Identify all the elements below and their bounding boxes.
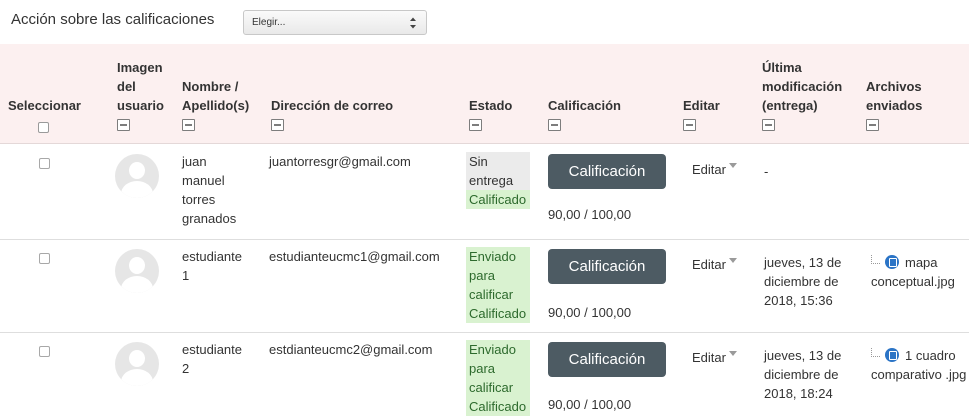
last-modified: - — [764, 164, 769, 179]
user-name[interactable]: juan manuel torres granados — [182, 152, 236, 228]
user-email: estdianteucmc2@gmail.com — [269, 342, 433, 357]
collapse-column-icon[interactable] — [683, 119, 696, 131]
table-header: Seleccionar Imagen del usuario Nombre / Ape… — [0, 44, 969, 144]
collapse-column-icon[interactable] — [117, 119, 130, 131]
column-header-status[interactable]: Estado — [469, 96, 512, 115]
grading-action-label: Acción sobre las calificaciones — [11, 11, 215, 28]
grading-action-bar: Acción sobre las calificaciones Elegir..… — [0, 0, 969, 44]
user-name[interactable]: estudiante 1 — [182, 247, 242, 285]
file-link[interactable]: 1 cuadro comparativo .jpg — [871, 346, 969, 384]
collapse-column-icon[interactable] — [182, 119, 195, 131]
dropdown-caret-icon — [728, 258, 737, 263]
grading-status-badge: Calificado — [466, 304, 530, 323]
last-modified: jueves, 13 de diciembre de 2018, 18:24 — [764, 348, 842, 401]
submission-status: Enviado para calificar Calificado — [466, 247, 530, 323]
column-header-email[interactable]: Dirección de correo — [271, 96, 393, 115]
dropdown-caret-icon — [728, 163, 737, 168]
last-modified: jueves, 13 de diciembre de 2018, 15:36 — [764, 255, 842, 308]
column-header-select[interactable]: Seleccionar — [8, 96, 81, 115]
row-select-checkbox[interactable] — [39, 346, 50, 357]
edit-menu[interactable]: Editar — [692, 257, 737, 272]
table-row: estudiante 1 estudianteucmc1@gmail.com En… — [0, 240, 969, 333]
user-avatar[interactable] — [115, 342, 159, 386]
column-header-files: Archivos enviados — [866, 79, 923, 113]
dropdown-caret-icon — [728, 351, 737, 356]
row-select-checkbox[interactable] — [39, 253, 50, 264]
row-select-checkbox[interactable] — [39, 158, 50, 169]
table-row: estudiante 2 estdianteucmc2@gmail.com Env… — [0, 333, 969, 419]
column-header-edit: Editar — [683, 98, 720, 113]
collapse-column-icon[interactable] — [866, 119, 879, 131]
submission-status: Sin entrega Calificado — [466, 152, 530, 209]
table-row: juan manuel torres granados juantorresgr@gm… — [0, 144, 969, 240]
user-avatar[interactable] — [115, 249, 159, 293]
select-all-checkbox[interactable] — [38, 122, 49, 133]
grading-status-badge: Calificado — [466, 397, 530, 416]
column-header-name[interactable]: Nombre / Apellido(s) — [182, 77, 249, 115]
collapse-column-icon[interactable] — [271, 119, 284, 131]
grading-status-badge: Calificado — [466, 190, 530, 209]
user-email: juantorresgr@gmail.com — [269, 154, 411, 169]
user-name[interactable]: estudiante 2 — [182, 340, 242, 378]
file-link[interactable]: mapa conceptual.jpg — [871, 253, 969, 291]
column-header-image: Imagen del usuario — [117, 60, 164, 113]
user-avatar[interactable] — [115, 154, 159, 198]
grade-button[interactable]: Calificación — [548, 342, 666, 377]
grade-button[interactable]: Calificación — [548, 249, 666, 284]
column-header-modified[interactable]: Última modificación (entrega) — [762, 58, 842, 115]
user-email: estudianteucmc1@gmail.com — [269, 249, 440, 264]
edit-menu[interactable]: Editar — [692, 162, 737, 177]
collapse-column-icon[interactable] — [548, 119, 561, 131]
grading-action-select-value: Elegir... — [252, 17, 286, 28]
select-caret-icon — [410, 17, 416, 29]
grading-action-select[interactable]: Elegir... — [243, 10, 427, 35]
grade-button[interactable]: Calificación — [548, 154, 666, 189]
collapse-column-icon[interactable] — [762, 119, 775, 131]
submission-status: Enviado para calificar Calificado — [466, 340, 530, 416]
grade-value: 90,00 / 100,00 — [548, 397, 632, 412]
grade-value: 90,00 / 100,00 — [548, 207, 632, 222]
grade-value: 90,00 / 100,00 — [548, 305, 632, 320]
collapse-column-icon[interactable] — [469, 119, 482, 131]
column-header-grade[interactable]: Calificación — [548, 96, 621, 115]
edit-menu[interactable]: Editar — [692, 350, 737, 365]
